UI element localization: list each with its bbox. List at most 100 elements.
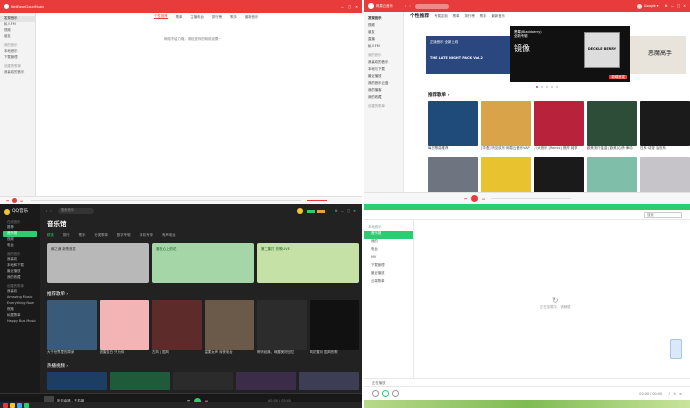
sidebar-playlist-6[interactable]: Happy Bus Music [0,319,40,325]
progress-slider[interactable] [31,200,302,201]
video-thumbnail[interactable] [236,372,296,390]
tab-charts[interactable]: 排行榜 [212,15,222,19]
maximize-button[interactable]: □ [348,5,351,9]
playlist-title[interactable]: 聆听经典，唤醒美好回忆 [257,350,307,358]
playlist-title[interactable]: 欧美流行金曲 [欧美]心情·律动 [587,146,637,155]
tab-playlists[interactable]: 歌单 [176,15,183,19]
next-button[interactable] [392,390,399,397]
playlist-cover[interactable] [99,300,149,350]
playlist-cover[interactable] [534,101,584,146]
loop-icon[interactable]: ↻ [673,392,676,396]
section-title-playlists[interactable]: 推荐歌单 › [47,292,68,297]
section-title-videos[interactable]: 热播视频 › [47,364,68,369]
tab-playlists[interactable]: 歌单 [453,12,460,21]
playlist-title[interactable]: 温柔女声 深夜电台 [205,350,255,358]
sidebar-item-downloads[interactable]: 下载管理 [0,55,35,61]
playlist-title[interactable]: 古风 | 国风 [152,350,202,358]
section-title-playlists[interactable]: 推荐歌单 › [428,93,449,98]
next-icon[interactable]: ⏭ [20,199,23,203]
playlist-card[interactable]: 古风 | 国风 [152,300,202,358]
search-input[interactable] [414,3,449,9]
tab-radio[interactable]: 主播电台 [190,15,204,19]
playlist-card[interactable]: 风花雪月 国风热歌 [309,300,359,358]
minimize-button[interactable]: — [671,4,674,8]
video-thumbnail[interactable] [173,372,233,390]
sidebar-item-podcast[interactable]: 我的播客 [364,88,403,95]
start-icon[interactable] [3,402,8,408]
tab-recommend[interactable]: 个性推荐 [410,12,429,21]
playlist-title[interactable]: [华语] 听见欢乐·网易云音乐VAP [481,146,531,155]
playlist-cover[interactable] [257,300,307,350]
volume-icon[interactable]: ♪ [668,392,670,396]
banner-1[interactable]: 薛之谦 新歌首发 [47,243,149,283]
account-name[interactable]: Google ▾ [644,4,659,8]
sidebar-item-liked[interactable]: 我喜欢的音乐 [364,60,403,67]
sidebar-item-fm[interactable]: 私人FM [364,44,403,51]
close-button[interactable]: ✕ [683,4,686,8]
tab-charts[interactable]: 排行榜 [465,12,475,21]
settings-icon[interactable]: ⚙ [335,209,338,213]
banner-3[interactable]: 第二集打 热歌LIVE [257,243,359,283]
tab-artists[interactable]: 歌手 [230,15,237,19]
banner-left[interactable]: 正版音乐 全新上线 THE LATE NIGHT PACK Vol.2 [426,36,516,74]
playlist-card[interactable]: 大千世界里的周深 [47,300,97,358]
playlist-cover[interactable] [428,101,478,146]
play-icon[interactable] [471,195,479,202]
sidebar-item-recent[interactable]: 最近播放 [364,271,413,279]
playlist-card[interactable]: [华语] 听见欢乐·网易云音乐VAP [481,101,531,155]
sidebar-item-music-hall[interactable]: 音乐馆 [364,231,413,239]
tab-custom[interactable]: 专属定制 [434,12,448,21]
banner-2[interactable]: 落在心上的花 [152,243,254,283]
next-icon[interactable]: ⏭ [482,197,485,201]
close-button[interactable]: ✕ [355,5,358,9]
forward-icon[interactable]: › [409,4,410,8]
playlist-card[interactable]: 每日歌曲推荐 [428,101,478,155]
playlist-card[interactable]: 八大音乐 [Remix] 燃炸 纯享 [534,101,584,155]
settings-icon[interactable]: ⚙ [665,4,668,8]
sidebar-item-downloads[interactable]: 下载管理 [364,263,413,271]
play-button[interactable] [382,390,389,397]
tab-charts[interactable]: 排行 [63,233,70,237]
close-button[interactable]: ✕ [353,209,356,213]
sidebar-item-friends[interactable]: 朋友 [364,30,403,37]
vip-badge[interactable] [306,209,315,213]
sidebar-item-radio[interactable]: 电台 [0,243,40,249]
playlist-title[interactable]: 大千世界里的周深 [47,350,97,358]
playlist-card[interactable]: 日系·动漫 治愈系 [640,101,690,155]
search-input[interactable]: 搜索 [644,212,682,218]
carousel-dots[interactable] [536,86,558,88]
sidebar-item-collection[interactable]: 我的收藏 [364,95,403,102]
sidebar-item-mine[interactable]: 我的 [364,239,413,247]
files-icon[interactable] [17,402,22,408]
tab-new-music[interactable]: 最新音乐 [492,12,506,21]
tab-audio-radio[interactable]: 有声电台 [162,233,176,237]
minimize-button[interactable]: — [341,209,344,213]
floating-scroll-button[interactable] [670,339,682,359]
maximize-button[interactable]: □ [677,4,680,8]
progress-slider[interactable] [491,198,572,199]
sidebar-item-cloud[interactable]: 我的音乐云盘 [364,81,403,88]
playlist-card[interactable]: 甜蜜告白 只为你 [99,300,150,358]
browser-icon[interactable] [10,402,15,408]
minimize-button[interactable]: — [341,5,344,9]
tab-recommend[interactable]: 个性推荐 [154,14,168,19]
search-input[interactable]: 搜索音乐 [57,208,94,214]
music-icon[interactable] [24,402,29,408]
playlist-title[interactable]: 甜蜜告白 只为你 [100,350,150,358]
prev-button[interactable] [372,390,379,397]
playlist-cover[interactable] [47,300,97,350]
avatar[interactable] [636,3,642,9]
sidebar-item-mv[interactable]: MV [364,255,413,263]
tab-artists[interactable]: 歌手 [79,233,86,237]
playlist-card[interactable]: 聆听经典，唤醒美好回忆 [257,300,307,358]
playlist-cover[interactable] [309,300,359,350]
playlist-title[interactable]: 八大音乐 [Remix] 燃炸 纯享 [534,146,584,155]
playlist-cover[interactable] [204,300,254,350]
prev-icon[interactable]: ⏮ [464,197,467,201]
sidebar-item-video[interactable]: 视频 [364,23,403,30]
sidebar-item-cloud[interactable]: 云端歌单 [364,279,413,287]
tab-mobile[interactable]: 手机专享 [139,233,153,237]
playlist-card[interactable]: 欧美流行金曲 [欧美]心情·律动 [587,101,637,155]
playlist-title[interactable]: 每日歌曲推荐 [428,146,478,155]
play-icon[interactable] [12,198,18,203]
